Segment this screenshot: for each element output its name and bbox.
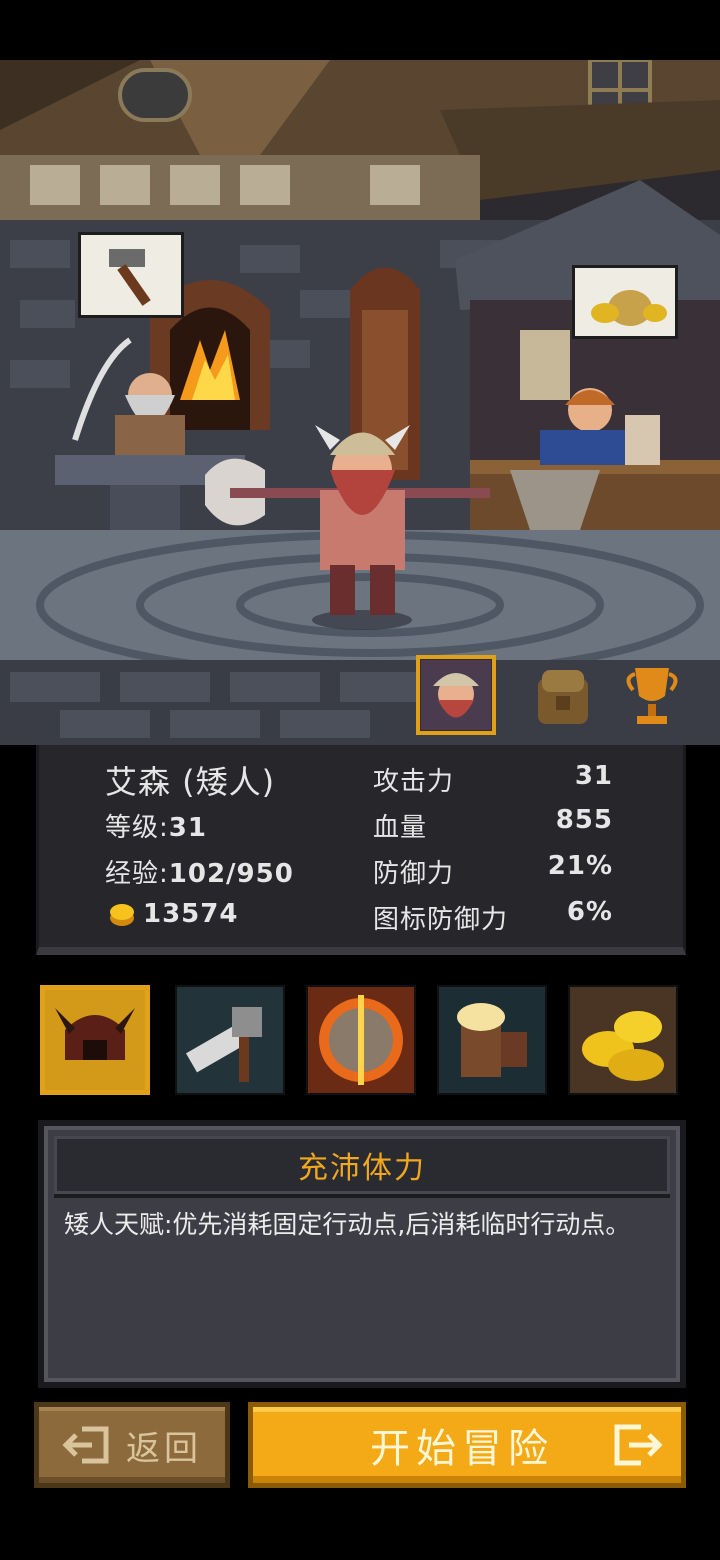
level-row: 等级:31 [105,807,207,844]
talent-description: 矮人天赋:优先消耗固定行动点,后消耗临时行动点。 [64,1210,631,1239]
stat-label-defense: 防御力 [373,859,455,889]
gold-bag-speech-bubble[interactable] [572,265,678,339]
gold-row: 13574 [107,899,238,929]
tab-character[interactable] [416,655,496,735]
enter-arrow-icon [614,1424,663,1466]
stat-value-icon-defense: 6% [566,897,613,927]
character-name: 艾森 (矮人) [105,763,276,801]
exp-value: 102/950 [168,859,294,889]
start-adventure-button[interactable]: 开始冒险 [248,1402,686,1488]
tab-achievements[interactable] [612,655,692,735]
trophy-icon [626,668,678,724]
back-button-label: 返回 [126,1428,202,1469]
dwarf-portrait-icon [421,660,491,730]
back-button[interactable]: 返回 [34,1402,230,1488]
talent-title: 充沛体力 [298,1151,426,1186]
gold-coins-icon [570,987,676,1093]
stat-value-hp: 855 [555,805,613,835]
stat-value-defense: 21% [547,851,613,881]
talent-title-bar: 充沛体力 [54,1136,670,1198]
skill-gold-coins[interactable] [568,985,678,1095]
skill-fist-hammer[interactable] [175,985,285,1095]
beer-mug-icon [439,987,545,1093]
game-scene [0,60,720,745]
gold-value: 13574 [143,899,239,929]
exp-label: 经验: [105,859,169,889]
exit-arrow-icon [62,1426,109,1464]
exp-row: 经验:102/950 [105,853,294,890]
hammer-speech-bubble[interactable] [78,232,184,318]
backpack-icon [538,670,588,724]
character-stats-panel: 艾森 (矮人) 等级:31 经验:102/950 13574 攻击力 31 血量… [36,745,686,955]
tab-inventory[interactable] [523,655,603,735]
horned-helmet-icon [45,990,145,1090]
stat-label-attack: 攻击力 [373,767,455,797]
skill-horned-helmet[interactable] [40,985,150,1095]
split-shield-icon [308,987,414,1093]
stat-value-attack: 31 [574,761,613,791]
gold-coin-icon [110,904,134,926]
talent-description-panel: 充沛体力 矮人天赋:优先消耗固定行动点,后消耗临时行动点。 [38,1120,686,1388]
hammer-icon [109,249,151,306]
level-label: 等级: [105,813,169,843]
stat-label-icon-defense: 图标防御力 [373,905,509,935]
start-button-label: 开始冒险 [370,1426,554,1472]
stat-label-hp: 血量 [373,813,428,843]
skill-beer-mug[interactable] [437,985,547,1095]
skill-split-shield[interactable] [306,985,416,1095]
level-value: 31 [168,813,207,843]
fist-hammer-icon [177,987,283,1093]
money-bag-icon [591,290,667,326]
